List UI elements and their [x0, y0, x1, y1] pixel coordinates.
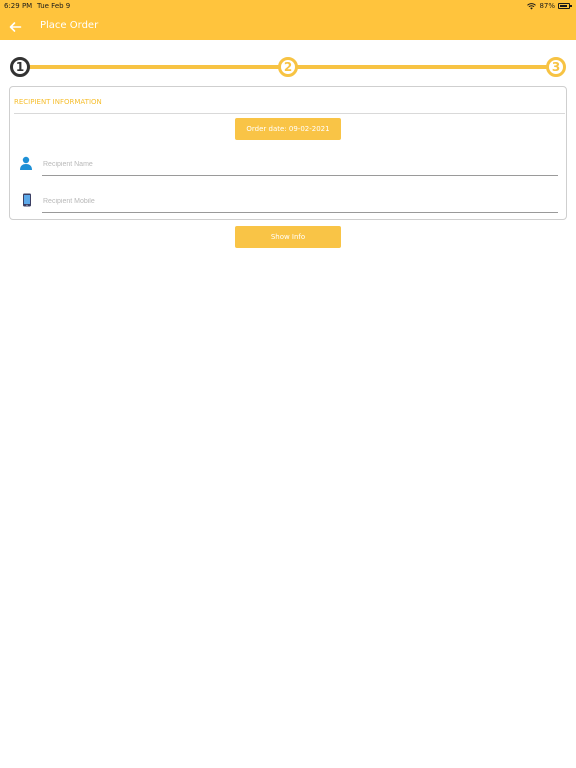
status-right: 87% — [527, 2, 572, 10]
order-stepper: 1 2 3 — [0, 55, 576, 83]
status-date: Tue Feb 9 — [37, 2, 71, 10]
wifi-icon — [527, 2, 537, 9]
card-title: RECIPIENT INFORMATION — [14, 98, 102, 106]
status-bar: 6:29 PM Tue Feb 9 87% — [0, 0, 576, 12]
status-time: 6:29 PM — [4, 2, 33, 10]
recipient-mobile-input[interactable] — [42, 191, 558, 213]
arrow-left-icon[interactable] — [8, 20, 22, 34]
order-date-button[interactable]: Order date: 09-02-2021 — [235, 118, 341, 140]
recipient-card: RECIPIENT INFORMATION Order date: 09-02-… — [9, 86, 567, 220]
app-header: 6:29 PM Tue Feb 9 87% Place Order — [0, 0, 576, 40]
step-3: 3 — [546, 57, 566, 77]
recipient-name-input[interactable] — [42, 154, 558, 176]
step-1: 1 — [10, 57, 30, 77]
phone-icon — [23, 193, 31, 207]
card-divider — [14, 113, 565, 114]
battery-percent: 87% — [539, 2, 555, 10]
person-icon — [20, 156, 32, 170]
step-2: 2 — [278, 57, 298, 77]
battery-icon — [558, 3, 572, 9]
page-title: Place Order — [40, 20, 99, 31]
show-info-button[interactable]: Show Info — [235, 226, 341, 248]
